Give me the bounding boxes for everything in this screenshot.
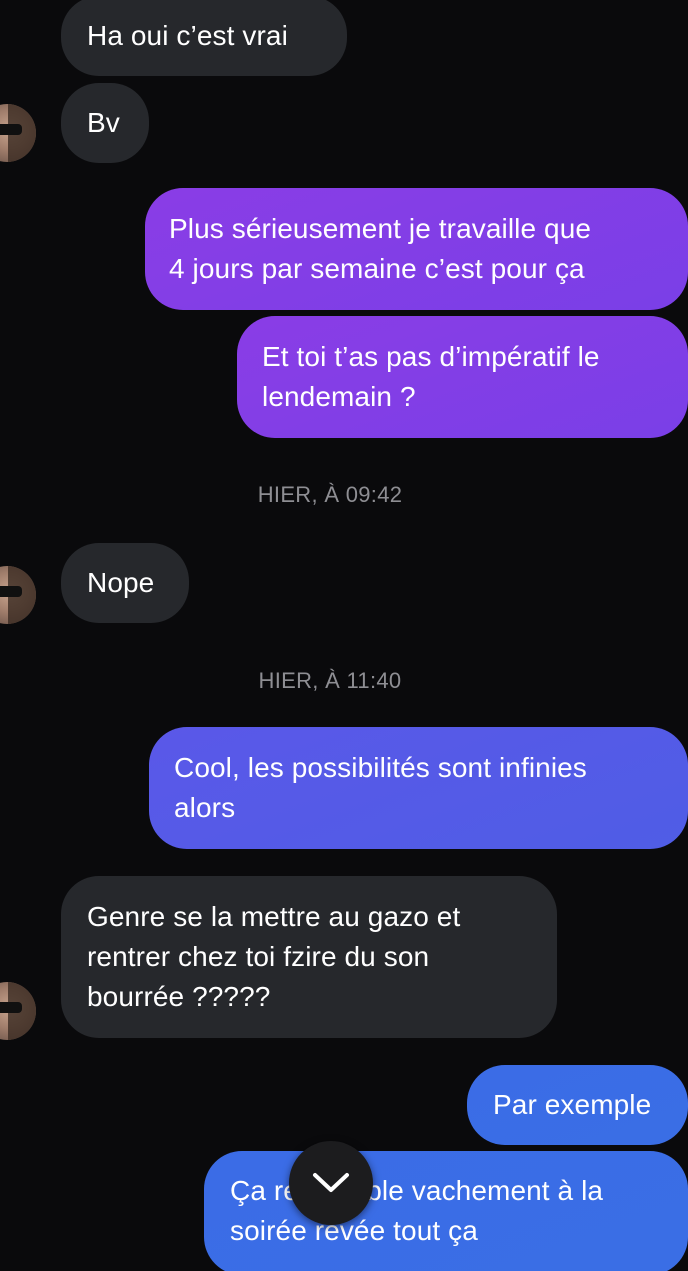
received-message[interactable]: Bv	[61, 83, 149, 163]
sent-message[interactable]: Et toi t’as pas d’impératif le lendemain…	[237, 316, 688, 438]
timestamp-divider: HIER, À 11:40	[258, 668, 402, 693]
chevron-down-icon	[313, 1173, 349, 1192]
avatar-glasses	[0, 124, 22, 135]
received-message[interactable]: Ha oui c’est vrai	[61, 0, 347, 76]
sent-message[interactable]: Ça ressemble vachement à la soirée rêvée…	[204, 1151, 688, 1271]
conversation-thread[interactable]: Ha oui c’est vrai Bv Plus sérieusement j…	[0, 0, 688, 1271]
contact-avatar[interactable]	[0, 982, 36, 1040]
avatar-glasses	[0, 1002, 22, 1013]
sent-message[interactable]: Plus sérieusement je travaille que 4 jou…	[145, 188, 688, 310]
sent-message[interactable]: Par exemple	[467, 1065, 688, 1145]
received-message[interactable]: Nope	[61, 543, 189, 623]
sent-message[interactable]: Cool, les possibilités sont infinies alo…	[149, 727, 688, 849]
contact-avatar[interactable]	[0, 104, 36, 162]
avatar-glasses	[0, 586, 22, 597]
contact-avatar[interactable]	[0, 566, 36, 624]
received-message[interactable]: Genre se la mettre au gazo et rentrer ch…	[61, 876, 557, 1038]
scroll-to-bottom-button[interactable]	[289, 1141, 373, 1225]
timestamp-divider: HIER, À 09:42	[257, 482, 403, 507]
